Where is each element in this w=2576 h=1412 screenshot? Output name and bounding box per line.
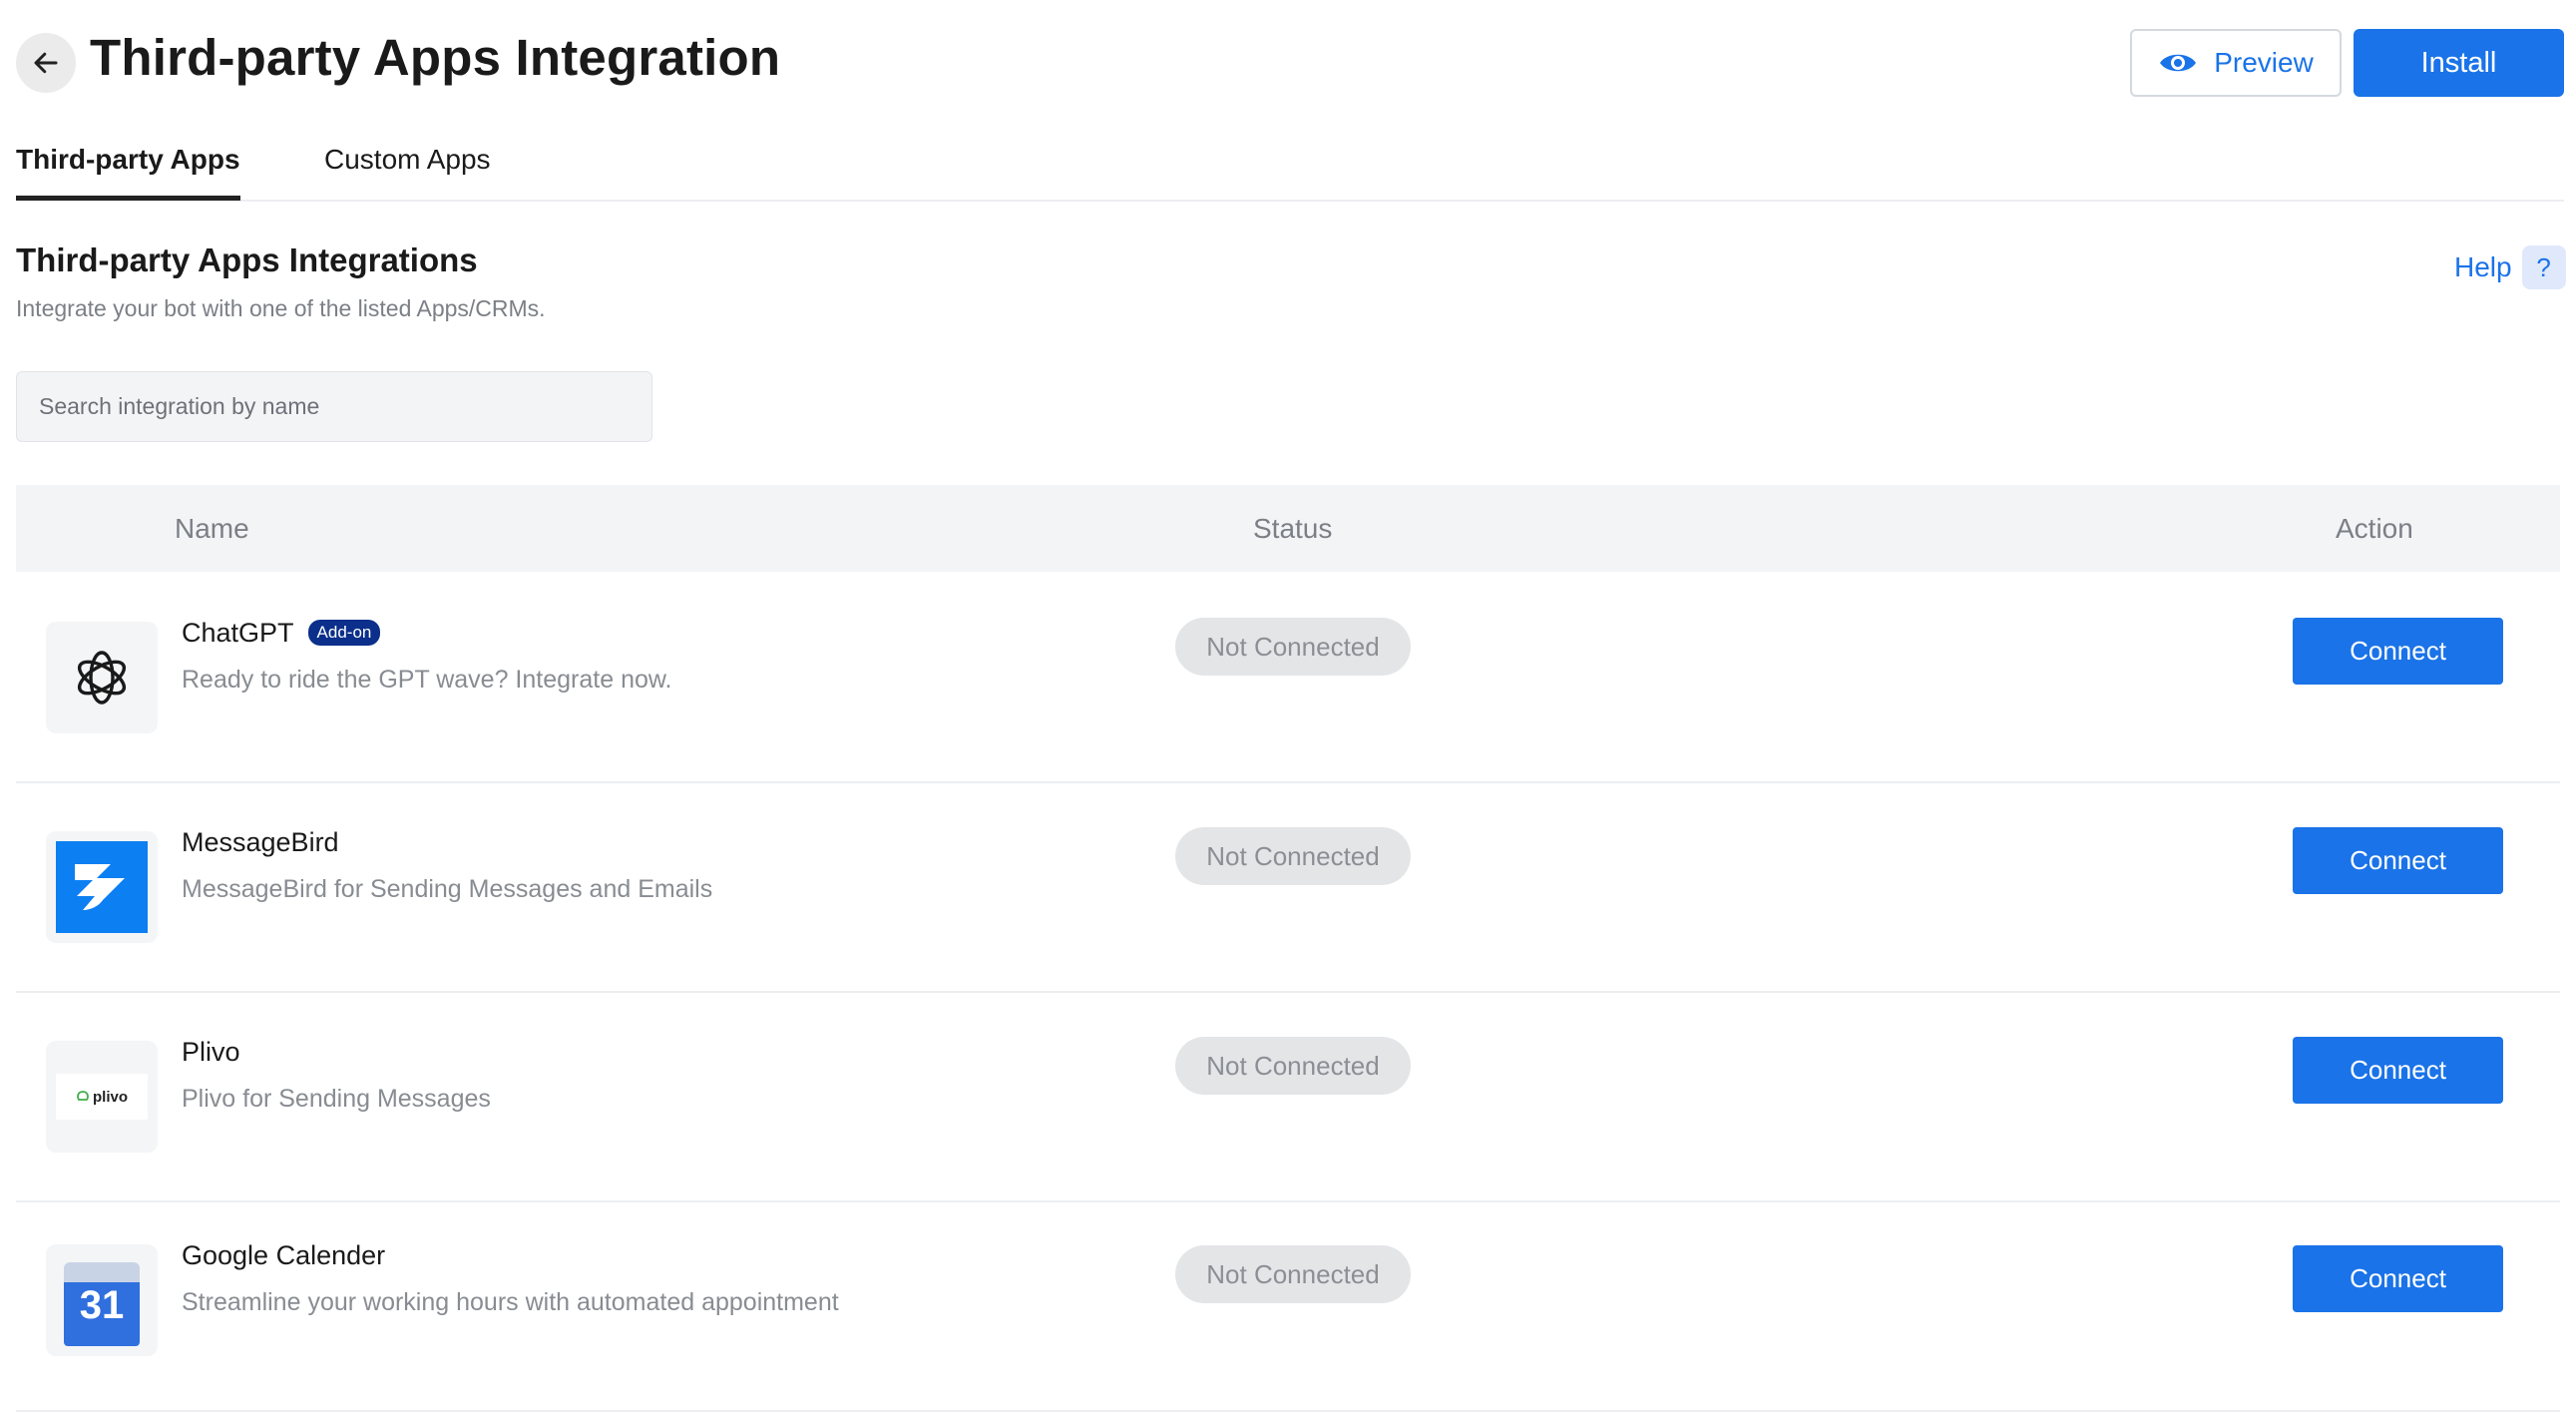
table-row: 31 Google Calender Streamline your worki… [16, 1200, 2560, 1412]
tab-custom-apps[interactable]: Custom Apps [324, 140, 491, 196]
plivo-logo-text: plivo [92, 1088, 128, 1106]
app-description: Streamline your working hours with autom… [182, 1288, 839, 1316]
calendar-day-number: 31 [79, 1283, 125, 1327]
tab-bar: Third-party Apps Custom Apps [16, 140, 2564, 202]
status-badge: Not Connected [1175, 1245, 1411, 1303]
eye-icon [2160, 54, 2197, 72]
help-label: Help [2454, 251, 2512, 282]
section-title: Third-party Apps Integrations [16, 241, 478, 278]
column-header-status: Status [1253, 513, 1333, 544]
tab-third-party-apps[interactable]: Third-party Apps [16, 140, 240, 201]
app-name-text: ChatGPT [182, 618, 294, 648]
column-header-action: Action [2336, 513, 2413, 544]
arrow-left-icon [34, 52, 58, 74]
plivo-logo-icon: plivo [46, 1041, 158, 1153]
table-row: plivo Plivo Plivo for Sending Messages N… [16, 991, 2560, 1202]
table-row: MessageBird MessageBird for Sending Mess… [16, 781, 2560, 993]
app-description: MessageBird for Sending Messages and Ema… [182, 875, 713, 903]
chatgpt-logo-icon [46, 622, 158, 733]
google-calendar-logo-icon: 31 [46, 1244, 158, 1356]
connect-button[interactable]: Connect [2293, 1037, 2503, 1104]
messagebird-logo-icon [46, 831, 158, 943]
preview-button[interactable]: Preview [2130, 29, 2342, 97]
install-button[interactable]: Install [2354, 29, 2564, 97]
status-badge: Not Connected [1175, 618, 1411, 676]
section-subtitle: Integrate your bot with one of the liste… [16, 295, 546, 321]
page-title: Third-party Apps Integration [90, 29, 781, 86]
connect-button[interactable]: Connect [2293, 827, 2503, 894]
help-link[interactable]: Help ? [2454, 245, 2566, 289]
table-row: ChatGPT Add-on Ready to ride the GPT wave… [16, 572, 2560, 783]
app-description: Plivo for Sending Messages [182, 1085, 491, 1113]
connect-button[interactable]: Connect [2293, 618, 2503, 685]
app-name: ChatGPT Add-on [182, 618, 381, 649]
app-name: MessageBird [182, 827, 339, 857]
app-name: Plivo [182, 1037, 240, 1067]
table-header: Name Status Action [16, 485, 2560, 572]
connect-button[interactable]: Connect [2293, 1245, 2503, 1312]
column-header-name: Name [175, 513, 249, 544]
app-name: Google Calender [182, 1240, 386, 1270]
app-description: Ready to ride the GPT wave? Integrate no… [182, 666, 672, 694]
preview-button-label: Preview [2214, 47, 2314, 78]
addon-badge: Add-on [307, 619, 381, 646]
status-badge: Not Connected [1175, 827, 1411, 885]
status-badge: Not Connected [1175, 1037, 1411, 1095]
question-mark-icon: ? [2521, 245, 2566, 289]
search-input[interactable] [16, 371, 652, 442]
back-button[interactable] [16, 33, 76, 93]
